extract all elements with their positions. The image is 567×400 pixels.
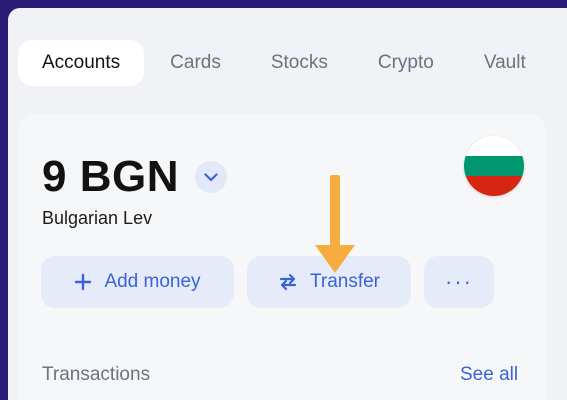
add-money-button[interactable]: Add money [41,256,234,308]
transactions-heading: Transactions [42,364,151,385]
tab-stocks[interactable]: Stocks [247,40,352,86]
annotation-arrow-icon [315,175,355,273]
tab-accounts[interactable]: Accounts [18,40,145,86]
bulgaria-flag-icon [464,136,524,196]
tab-bar: Accounts Cards Stocks Crypto Vault [18,38,552,88]
flag-stripe-green [464,156,524,176]
tab-cards[interactable]: Cards [146,40,245,86]
account-balance: 9 BGN [42,152,179,201]
account-card: 9 BGN Bulgarian Lev Add money Transfer ·… [18,114,545,400]
flag-stripe-red [464,176,524,196]
chevron-down-icon[interactable] [194,161,227,193]
more-dots-icon: ··· [445,269,473,294]
plus-icon [74,273,92,291]
more-button[interactable]: ··· [424,256,494,308]
currency-name: Bulgarian Lev [42,208,153,228]
see-all-link[interactable]: See all [460,364,518,386]
balance-row[interactable]: 9 BGN [42,152,227,202]
add-money-label: Add money [104,271,201,292]
app-screen: Accounts Cards Stocks Crypto Vault 9 BGN… [8,8,567,400]
flag-stripe-white [464,136,524,156]
transfer-arrows-icon [278,273,298,291]
tab-crypto[interactable]: Crypto [354,40,458,86]
tab-vault[interactable]: Vault [460,40,550,86]
